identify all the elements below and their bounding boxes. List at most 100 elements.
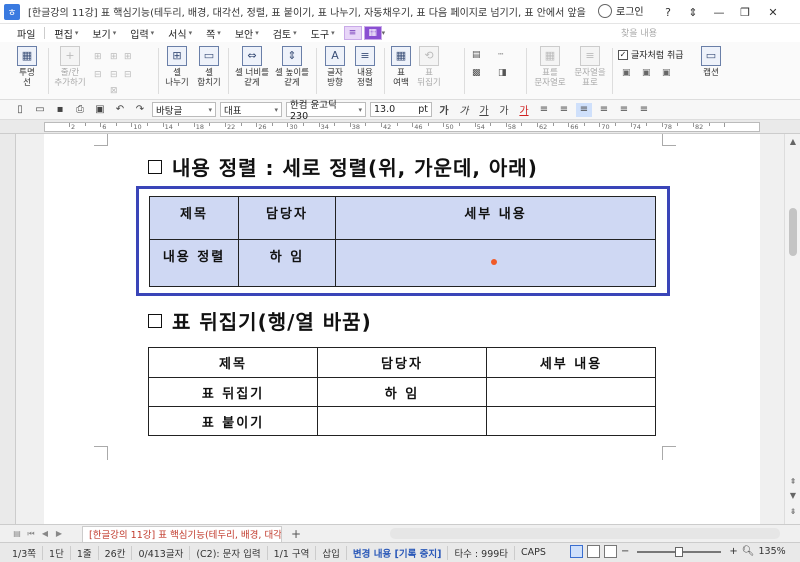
print-icon[interactable]: ⎙ [72,103,88,117]
prev-page-icon[interactable]: ⇞ [787,476,799,488]
table-cell[interactable]: 표 뒤집기 [148,377,318,407]
zoom-level[interactable]: 135% [758,546,785,557]
tab-next-icon[interactable]: ▶ [52,529,66,538]
zoom-slider[interactable] [637,546,722,557]
table-cell[interactable] [317,406,487,436]
menu-view[interactable]: 보기 ▾ [85,24,123,42]
menu-format[interactable]: 서식 ▾ [161,24,199,42]
fill-color-icon[interactable]: ◨ [498,68,507,78]
print-preview-icon[interactable]: ▣ [92,103,108,117]
align-distribute-icon[interactable]: ≡ [616,103,632,117]
zoom-in-icon[interactable]: + [729,546,737,557]
document-tab[interactable]: [한글강의 11강] 표 핵심기능(테두리, 배경, 대각··· [82,525,282,542]
zoom-out-icon[interactable]: − [621,546,629,557]
table-cell-owner[interactable]: 담당자 [238,196,336,240]
scrollbar-thumb[interactable] [789,208,797,256]
add-tab-button[interactable]: + [288,527,304,541]
line-spacing-icon[interactable]: ≡ [636,103,652,117]
align-right-icon[interactable]: ≡ [596,103,612,117]
menu-page[interactable]: 쪽 ▾ [199,24,228,42]
table-cell-details[interactable]: 세부 내용 [486,347,656,378]
minimize-button[interactable]: — [706,0,732,24]
save-icon[interactable]: ▪ [52,103,68,117]
fit-width-icon[interactable] [604,545,617,558]
caption-button[interactable]: ▭ 캡션 [696,46,726,78]
insert-col-right-icon[interactable]: ⊞ [124,52,132,62]
font-size-select[interactable]: 13.0 pt [370,102,432,117]
vertical-align-table[interactable]: 제목 담당자 세부 내용 내용 정렬 하 임 [149,196,656,287]
delete-row-icon[interactable]: ⊟ [94,70,102,80]
multi-page-view-icon[interactable] [587,545,600,558]
tab-list-icon[interactable]: ▤ [10,529,24,538]
zoom-magnifier-icon[interactable]: 🔍︎ [742,546,755,557]
table-cell-details[interactable]: 세부 내용 [335,196,656,240]
insert-col-icon[interactable]: ⊞ [110,52,118,62]
tab-prev-icon[interactable]: ◀ [38,529,52,538]
search-input[interactable]: 찾을 내용 [574,26,704,40]
status-insert-mode[interactable]: 삽입 [316,545,347,560]
help-icon[interactable]: ? [655,0,681,24]
font-select[interactable]: 한컴 윤고딕 230 ▾ [286,100,366,122]
table-cell[interactable]: 하 임 [238,239,336,287]
position-top-icon[interactable]: ▣ [622,68,631,78]
undo-icon[interactable]: ↶ [112,103,128,117]
zoom-slider-knob[interactable] [675,546,684,557]
close-button[interactable]: ✕ [760,0,786,24]
delete-col-icon[interactable]: ⊟ [110,70,118,80]
login-button[interactable]: 로그인 [598,3,644,18]
language-select[interactable]: 대표 ▾ [220,102,282,117]
align-left-icon[interactable]: ≡ [556,103,572,117]
table-margin-button[interactable]: ▦ 표 여백 [388,46,414,88]
underline-button[interactable]: 가 [476,103,492,117]
scroll-up-icon[interactable]: ▲ [787,136,799,148]
table-cell-owner[interactable]: 담당자 [317,347,487,378]
equal-height-button[interactable]: ⇕ 셀 높이를 같게 [272,46,312,88]
add-row-col-button[interactable]: + 줄/칸 추가하기 [50,46,90,88]
status-track-changes[interactable]: 변경 내용 [기록 중지] [347,545,449,560]
italic-button[interactable]: 가 [456,103,472,117]
restore-button[interactable]: ❐ [732,0,758,24]
align-justify-icon[interactable]: ≡ [536,103,552,117]
position-bottom-icon[interactable]: ▣ [662,68,671,78]
table-cell[interactable]: 하 임 [317,377,487,407]
tab-first-icon[interactable]: ⏮ [24,529,38,539]
delete-table-icon[interactable]: ⊠ [110,86,118,96]
chevron-down-icon[interactable]: ▾ [382,29,386,37]
cell-border-icon[interactable]: ▤ [472,50,481,60]
table-cell[interactable] [486,406,656,436]
menu-security[interactable]: 보안 ▾ [228,24,266,42]
equal-width-button[interactable]: ⇔ 셀 너비를 같게 [232,46,272,88]
status-page[interactable]: 1/3쪽 [6,545,44,560]
delete-cell-icon[interactable]: ⊟ [124,70,132,80]
treat-as-char-checkbox[interactable]: ✓ 글자처럼 취급 [618,48,684,61]
menu-insert[interactable]: 입력 ▾ [123,24,161,42]
border-style-icon[interactable]: ┄ [498,50,503,60]
text-direction-button[interactable]: A 글자 방향 [320,46,350,88]
bold-button[interactable]: 가 [436,103,452,117]
align-center-icon[interactable]: ≡ [576,102,592,117]
table-cell[interactable] [486,377,656,407]
horizontal-ruler[interactable]: 2 6 10 14 18 22 26 30 34 38 42 46 50 54 58 62 66 70 74 78 82 [44,122,760,132]
style-select[interactable]: 바탕글 ▾ [152,102,216,117]
cell-split-button[interactable]: ⊞ 셀 나누기 [162,46,192,88]
table-flip-button[interactable]: ⟲ 표 뒤집기 [414,46,444,88]
table-layout-tab-icon[interactable]: ≡ [343,26,362,40]
new-document-icon[interactable]: ▯ [12,103,28,117]
text-to-table-button[interactable]: ≡ 문자열을 표로 [570,46,610,88]
horizontal-scrollbar[interactable] [390,528,780,539]
table-cell-title[interactable]: 제목 [148,347,318,378]
menu-review[interactable]: 검토 ▾ [266,24,304,42]
cell-shading-icon[interactable]: ▩ [472,68,481,78]
open-folder-icon[interactable]: ▭ [32,103,48,117]
scroll-down-icon[interactable]: ▼ [787,490,799,502]
insert-row-above-icon[interactable]: ⊞ [94,52,102,62]
next-page-icon[interactable]: ⇟ [787,506,799,518]
table-cell-title[interactable]: 제목 [149,196,239,240]
position-middle-icon[interactable]: ▣ [642,68,651,78]
menu-file[interactable]: 파일 [10,24,42,42]
redo-icon[interactable]: ↷ [132,103,148,117]
menu-tools[interactable]: 도구 ▾ [304,24,342,42]
ribbon-toggle-icon[interactable]: ⇕ [680,0,706,24]
vertical-scrollbar[interactable]: ▲ ⇞ ▼ ⇟ [784,134,800,524]
cell-merge-button[interactable]: ▭ 셀 합치기 [194,46,224,88]
